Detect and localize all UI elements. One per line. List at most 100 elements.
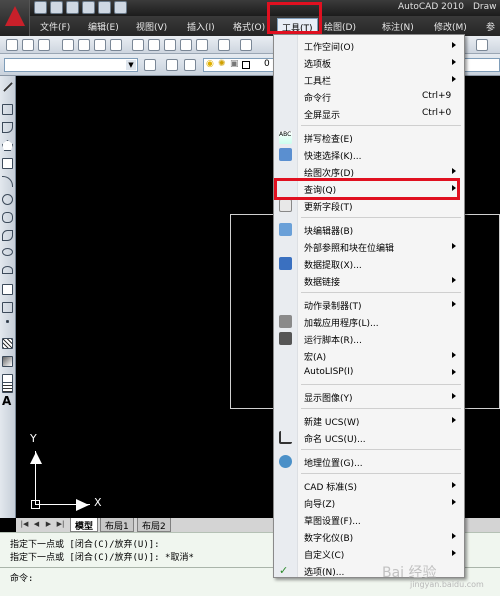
menu-item-cad-standards[interactable]: CAD 标准(S): [274, 477, 464, 494]
menu-insert[interactable]: 插入(I): [187, 20, 215, 33]
update-field-icon: [279, 199, 292, 212]
menu-item-geographic-location[interactable]: 地理位置(G)...: [274, 453, 464, 470]
multiline-text-icon[interactable]: A: [2, 394, 11, 408]
table-icon[interactable]: [2, 382, 13, 393]
previous-tab-icon[interactable]: ◀: [32, 520, 41, 529]
menu-item-shortcut: Ctrl+9: [422, 91, 452, 101]
watermark-url: jingyan.baidu.com: [410, 580, 484, 589]
menu-item-label: 加载应用程序(L)...: [304, 319, 379, 329]
menu-item-palettes[interactable]: 选项板: [274, 54, 464, 71]
save-icon[interactable]: [66, 1, 79, 14]
open-icon[interactable]: [22, 39, 34, 51]
revision-cloud-icon[interactable]: [2, 212, 13, 223]
construction-line-icon[interactable]: [2, 104, 13, 115]
redo-icon[interactable]: [98, 1, 111, 14]
menu-item-spelling[interactable]: ABC 拼写检查(E): [274, 129, 464, 146]
menu-modify[interactable]: 修改(M): [434, 20, 467, 33]
next-tab-icon[interactable]: ▶: [44, 520, 53, 529]
layer-properties-icon[interactable]: [166, 59, 178, 71]
copy-icon[interactable]: [148, 39, 160, 51]
submenu-arrow-icon: [452, 42, 456, 48]
first-tab-icon[interactable]: |◀: [20, 520, 29, 529]
autocad-logo-icon: [5, 6, 25, 26]
insert-block-icon[interactable]: [2, 284, 13, 295]
menu-item-xref-inplace-edit[interactable]: 外部参照和块在位编辑: [274, 238, 464, 255]
workspace-settings-icon[interactable]: [144, 59, 156, 71]
workspace-combo[interactable]: ▼: [4, 58, 138, 72]
menu-item-named-ucs[interactable]: 命名 UCS(U)...: [274, 429, 464, 446]
make-block-icon[interactable]: [2, 302, 13, 313]
menu-item-customize[interactable]: 自定义(C): [274, 545, 464, 562]
block-editor-icon[interactable]: [196, 39, 208, 51]
last-tab-icon[interactable]: ▶|: [56, 520, 65, 529]
spline-icon[interactable]: [2, 230, 13, 241]
ellipse-icon[interactable]: [2, 248, 13, 256]
menu-item-macro[interactable]: 宏(A): [274, 347, 464, 364]
menu-format[interactable]: 格式(O): [233, 20, 265, 33]
menu-item-label: 工具栏: [304, 77, 332, 87]
menu-view[interactable]: 视图(V): [136, 20, 167, 33]
menu-item-tablet[interactable]: 数字化仪(B): [274, 528, 464, 545]
cut-icon[interactable]: [132, 39, 144, 51]
menu-file[interactable]: 文件(F): [40, 20, 70, 33]
menu-item-quick-select[interactable]: 快速选择(K)...: [274, 146, 464, 163]
new-icon[interactable]: [6, 39, 18, 51]
polyline-icon[interactable]: [2, 122, 13, 133]
menu-item-toolbars[interactable]: 工具栏: [274, 71, 464, 88]
redo-icon[interactable]: [240, 39, 252, 51]
point-icon[interactable]: [6, 320, 9, 323]
command-prompt[interactable]: 命令:: [10, 571, 33, 584]
layer-state-icon[interactable]: [184, 59, 196, 71]
plot-icon[interactable]: [62, 39, 74, 51]
plot-preview-icon[interactable]: [78, 39, 90, 51]
ellipse-arc-icon[interactable]: [2, 266, 13, 274]
match-properties-icon[interactable]: [180, 39, 192, 51]
arc-icon[interactable]: [2, 176, 13, 187]
3d-dwf-icon[interactable]: [110, 39, 122, 51]
menu-item-drafting-settings[interactable]: 草图设置(F)...: [274, 511, 464, 528]
menu-parametric[interactable]: 参: [486, 20, 495, 33]
menu-item-new-ucs[interactable]: 新建 UCS(W): [274, 412, 464, 429]
publish-icon[interactable]: [94, 39, 106, 51]
new-file-icon[interactable]: [34, 1, 47, 14]
menu-item-run-script[interactable]: 运行脚本(R)...: [274, 330, 464, 347]
tab-layout2[interactable]: 布局2: [137, 518, 171, 532]
paste-icon[interactable]: [164, 39, 176, 51]
line-icon[interactable]: [3, 82, 13, 92]
save-icon[interactable]: [38, 39, 50, 51]
tab-model[interactable]: 模型: [70, 518, 99, 532]
menu-item-action-recorder[interactable]: 动作录制器(T): [274, 296, 464, 313]
application-menu-button[interactable]: [0, 0, 30, 36]
color-control-combo[interactable]: [462, 58, 500, 72]
menu-edit[interactable]: 编辑(E): [88, 20, 119, 33]
circle-icon[interactable]: [2, 194, 13, 205]
menu-item-load-application[interactable]: 加载应用程序(L)...: [274, 313, 464, 330]
undo-icon[interactable]: [82, 1, 95, 14]
menu-item-label: 显示图像(Y): [304, 394, 353, 404]
gradient-icon[interactable]: [2, 356, 13, 367]
menu-item-label: 快速选择(K)...: [304, 152, 362, 162]
ucs-x-label: X: [94, 496, 102, 509]
menu-item-label: 外部参照和块在位编辑: [304, 244, 395, 254]
menu-item-block-editor[interactable]: 块编辑器(B): [274, 221, 464, 238]
pan-icon[interactable]: [476, 39, 488, 51]
menu-item-display-image[interactable]: 显示图像(Y): [274, 388, 464, 405]
menu-item-clean-screen[interactable]: 全屏显示 Ctrl+0: [274, 105, 464, 122]
hatch-icon[interactable]: [2, 338, 13, 349]
undo-icon[interactable]: [218, 39, 230, 51]
menu-separator: [301, 292, 461, 293]
menu-item-workspaces[interactable]: 工作空间(O): [274, 37, 464, 54]
tab-layout1[interactable]: 布局1: [100, 518, 134, 532]
menu-dimension[interactable]: 标注(N): [382, 20, 414, 33]
menu-item-command-line[interactable]: 命令行 Ctrl+9: [274, 88, 464, 105]
rectangle-icon[interactable]: [2, 158, 13, 169]
menu-item-data-extraction[interactable]: 数据提取(X)...: [274, 255, 464, 272]
menu-item-autolisp[interactable]: AutoLISP(I): [274, 364, 464, 381]
polygon-icon[interactable]: [2, 140, 13, 151]
menu-item-wizards[interactable]: 向导(Z): [274, 494, 464, 511]
menu-draw[interactable]: 绘图(D): [324, 20, 356, 33]
print-icon[interactable]: [114, 1, 127, 14]
open-file-icon[interactable]: [50, 1, 63, 14]
menu-item-data-links[interactable]: 数据链接: [274, 272, 464, 289]
submenu-arrow-icon: [452, 417, 456, 423]
